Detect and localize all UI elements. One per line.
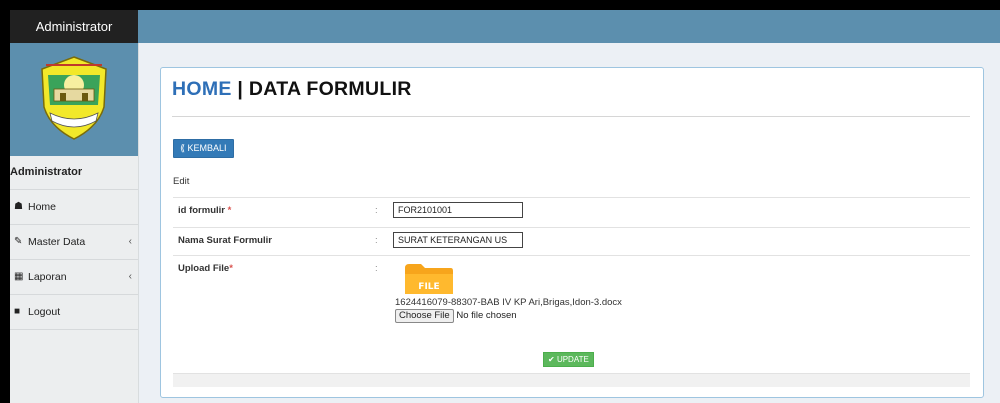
update-button[interactable]: ✔ UPDATE: [543, 352, 594, 367]
folder-icon-text: FILE: [418, 282, 439, 292]
field-colon: :: [375, 205, 378, 216]
field-label-upload: Upload File*: [178, 263, 233, 274]
form-row-nama: Nama Surat Formulir : SURAT KETERANGAN U…: [173, 227, 970, 252]
sidebar-item-label: Master Data: [28, 236, 86, 248]
regency-logo: [41, 56, 107, 140]
logout-icon: ■: [14, 306, 21, 317]
title-divider: [172, 116, 970, 117]
form-mode-label: Edit: [173, 176, 190, 187]
sidebar-item-laporan[interactable]: ▦ Laporan ‹: [10, 260, 138, 295]
form-row-id: id formulir * : FOR2101001: [173, 197, 970, 222]
double-left-arrow-icon: ⟪: [180, 143, 186, 153]
folder-icon: FILE: [405, 264, 453, 294]
sidebar-item-logout[interactable]: ■ Logout: [10, 295, 138, 330]
home-icon: ☗: [14, 201, 23, 212]
field-label-nama: Nama Surat Formulir: [178, 235, 272, 246]
logo-panel: [10, 43, 138, 156]
top-navbar: Administrator: [10, 10, 1000, 43]
file-input[interactable]: Choose File No file chosen: [395, 309, 517, 323]
current-file-name: 1624416079-88307-BAB IV KP Ari,Brigas,Id…: [395, 297, 622, 308]
chevron-left-icon: ‹: [128, 236, 132, 247]
sidebar-item-label: Home: [28, 201, 57, 213]
id-formulir-input[interactable]: FOR2101001: [393, 202, 523, 218]
field-label-id: id formulir *: [178, 205, 232, 216]
choose-file-button[interactable]: Choose File: [395, 309, 454, 323]
field-colon: :: [375, 235, 378, 246]
sidebar-item-home[interactable]: ☗ Home: [10, 190, 138, 225]
file-status-text: No file chosen: [456, 310, 517, 321]
sidebar-item-master-data[interactable]: ✎ Master Data ‹: [10, 225, 138, 260]
sidebar: Administrator ☗ Home ✎ Master Data ‹ ▦ L…: [10, 43, 139, 403]
back-button[interactable]: ⟪ KEMBALI: [173, 139, 234, 158]
box-footer: [173, 373, 970, 387]
update-button-label: UPDATE: [556, 355, 589, 364]
edit-icon: ✎: [14, 236, 23, 247]
brand-title[interactable]: Administrator: [10, 10, 138, 43]
required-marker: *: [227, 205, 232, 216]
app-window: Administrator Administrator ☗ Home ✎ Mas…: [10, 10, 1000, 403]
chevron-left-icon: ‹: [128, 271, 132, 282]
field-colon: :: [375, 263, 378, 274]
title-section: DATA FORMULIR: [248, 78, 412, 100]
sidebar-item-label: Laporan: [28, 271, 67, 283]
page-title: HOME | DATA FORMULIR: [172, 78, 412, 101]
breadcrumb-home[interactable]: HOME: [172, 78, 232, 100]
required-marker: *: [229, 263, 233, 274]
sidebar-user-title: Administrator: [10, 156, 138, 190]
sidebar-item-label: Logout: [28, 306, 61, 318]
form-row-upload: Upload File* : FILE 1624416079-88307-BAB…: [173, 255, 970, 366]
title-separator: |: [231, 78, 249, 100]
back-button-label: KEMBALI: [187, 143, 227, 153]
form-box: HOME | DATA FORMULIR ⟪ KEMBALI Edit id f…: [160, 67, 984, 398]
calendar-icon: ▦: [14, 271, 24, 282]
nama-surat-input[interactable]: SURAT KETERANGAN US: [393, 232, 523, 248]
check-icon: ✔: [548, 355, 555, 364]
